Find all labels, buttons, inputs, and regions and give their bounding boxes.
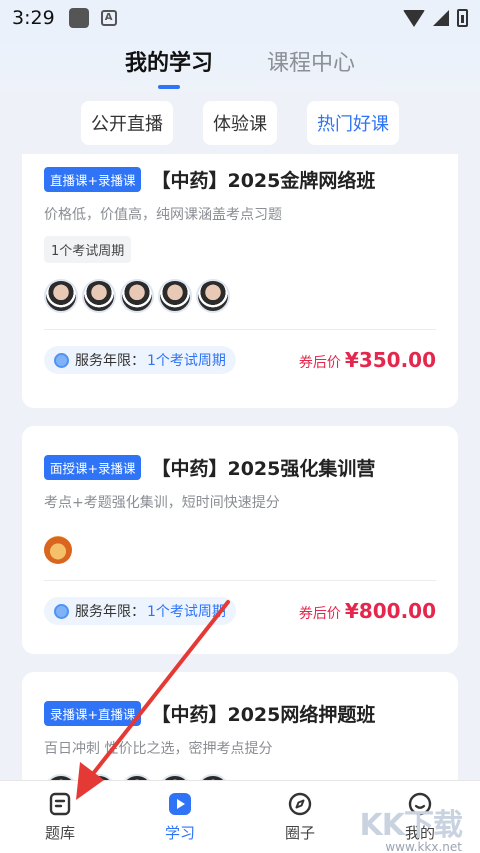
filter-trial-course[interactable]: 体验课 (203, 101, 277, 145)
filter-hot-courses[interactable]: 热门好课 (307, 101, 399, 145)
price-value: ¥800.00 (344, 599, 436, 623)
nav-label: 圈子 (284, 823, 315, 842)
wifi-icon (403, 9, 425, 27)
service-period: 服务年限： 1个考试周期 (44, 597, 236, 625)
nav-mine[interactable]: 我的 (360, 781, 480, 853)
avatar (82, 279, 116, 313)
signal-icon (433, 10, 449, 26)
filter-public-live[interactable]: 公开直播 (81, 101, 173, 145)
course-title: 【中药】2025金牌网络班 (151, 169, 376, 192)
service-value: 1个考试周期 (147, 353, 226, 369)
service-label: 服务年限： (75, 604, 145, 620)
question-bank-icon (49, 792, 71, 815)
nav-learning[interactable]: 学习 (120, 781, 240, 853)
course-card[interactable]: 录播课+直播课 【中药】2025网络押题班 百日冲刺 性价比之选，密押考点提分 (22, 672, 458, 780)
notification-icon (68, 8, 89, 28)
keyboard-icon: A (100, 10, 117, 26)
nav-label: 题库 (44, 823, 75, 842)
service-value: 1个考试周期 (147, 604, 226, 620)
teacher-avatars (44, 279, 436, 313)
course-footer: 服务年限： 1个考试周期 券后价 ¥350.00 (44, 330, 436, 390)
course-subtitle: 考点+考题强化集训，短时间快速提分 (44, 495, 280, 511)
clock-icon (54, 352, 69, 368)
price-value: ¥350.00 (344, 348, 436, 372)
lion-icon (44, 536, 72, 564)
exam-period-badge: 1个考试周期 (44, 236, 132, 263)
nav-question-bank[interactable]: 题库 (0, 781, 120, 853)
course-type-tag: 录播课+直播课 (44, 700, 142, 726)
service-label: 服务年限： (75, 353, 145, 369)
course-title: 【中药】2025强化集训营 (151, 457, 376, 480)
course-type-tag: 面授课+录播课 (44, 454, 142, 480)
top-tabs: 我的学习 课程中心 (0, 36, 480, 92)
course-type-tag: 直播课+录播课 (44, 166, 142, 192)
course-card[interactable]: 直播课+录播课 【中药】2025金牌网络班 价格低，价值高，纯网课涵盖考点习题 … (22, 154, 458, 408)
course-header: 直播课+录播课 【中药】2025金牌网络班 (44, 158, 436, 200)
course-subtitle: 价格低，价值高，纯网课涵盖考点习题 (44, 207, 282, 223)
tab-course-center[interactable]: 课程中心 (267, 45, 355, 83)
status-bar: 3:29 A (0, 0, 480, 36)
compass-icon (288, 792, 312, 815)
nav-circle[interactable]: 圈子 (240, 781, 360, 853)
course-footer: 服务年限： 1个考试周期 券后价 ¥800.00 (44, 581, 436, 641)
price: 券后价 ¥350.00 (299, 348, 436, 372)
status-icons (403, 9, 468, 27)
play-icon (169, 792, 191, 815)
price: 券后价 ¥800.00 (299, 599, 436, 623)
user-icon (408, 792, 432, 815)
bottom-nav: 题库 学习 圈子 我的 (0, 780, 480, 853)
filter-bar: 公开直播 体验课 热门好课 (0, 92, 480, 154)
course-header: 录播课+直播课 【中药】2025网络押题班 (44, 692, 436, 734)
price-label: 券后价 (298, 355, 341, 371)
tab-my-learning[interactable]: 我的学习 (125, 45, 213, 89)
service-period: 服务年限： 1个考试周期 (44, 346, 236, 374)
course-card[interactable]: 面授课+录播课 【中药】2025强化集训营 考点+考题强化集训，短时间快速提分 … (22, 426, 458, 654)
avatar (158, 279, 192, 313)
course-list: 直播课+录播课 【中药】2025金牌网络班 价格低，价值高，纯网课涵盖考点习题 … (0, 154, 480, 780)
avatar (120, 279, 154, 313)
course-header: 面授课+录播课 【中药】2025强化集训营 (44, 446, 436, 488)
avatar (196, 279, 230, 313)
course-subtitle: 百日冲刺 性价比之选，密押考点提分 (44, 741, 273, 757)
battery-icon (457, 9, 468, 27)
nav-label: 学习 (164, 823, 195, 842)
status-time: 3:29 (12, 7, 55, 29)
avatar (44, 279, 78, 313)
nav-label: 我的 (404, 823, 435, 842)
price-label: 券后价 (298, 606, 341, 622)
course-title: 【中药】2025网络押题班 (151, 703, 376, 726)
clock-icon (54, 603, 69, 619)
